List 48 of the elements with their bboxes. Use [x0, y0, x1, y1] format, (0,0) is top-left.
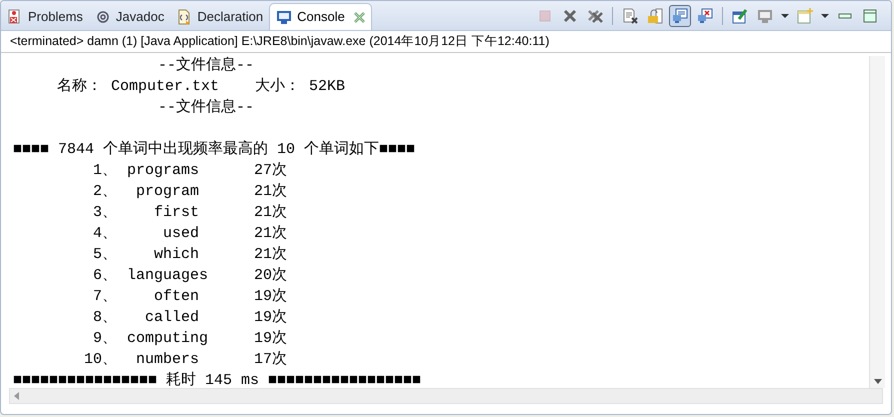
word-text: computing — [127, 329, 208, 349]
close-icon[interactable] — [354, 12, 365, 22]
word-text: called — [144, 308, 199, 328]
scroll-down-icon[interactable] — [874, 379, 882, 384]
section-heading: --文件信息-- — [158, 98, 254, 118]
section-heading: --文件信息-- — [158, 56, 254, 76]
word-text: programs — [127, 161, 200, 181]
rank-number: 2、 — [92, 182, 117, 202]
word-text: languages — [127, 266, 208, 286]
rank-number: 3、 — [92, 203, 117, 223]
document-icon — [176, 8, 192, 24]
rank-number: 9、 — [92, 329, 117, 349]
word-text: program — [134, 182, 199, 202]
file-name-text: 名称： Computer.txt — [57, 77, 220, 97]
rank-number: 7、 — [92, 287, 117, 307]
timing-line: ■■■■■■■■■■■■■■■■ 耗时 145 ms ■■■■■■■■■■■■■■■■■ — [13, 370, 422, 391]
count-text: 21次 — [254, 245, 287, 265]
count-text: 21次 — [254, 203, 287, 223]
word-text: which — [152, 245, 199, 265]
word-text: first — [152, 203, 199, 223]
rank-number: 8、 — [92, 308, 117, 328]
count-text: 19次 — [254, 329, 287, 349]
monitor-icon — [276, 9, 292, 25]
tab[interactable]: Javadoc — [88, 3, 170, 30]
tab[interactable]: Declaration — [170, 3, 270, 30]
count-text: 21次 — [254, 224, 287, 244]
horizontal-scrollbar[interactable] — [9, 388, 883, 404]
file-size-text: 大小： 52KB — [255, 76, 346, 97]
count-text: 21次 — [254, 182, 287, 202]
count-text: 27次 — [254, 161, 287, 181]
word-text: used — [162, 224, 199, 244]
vertical-scrollbar[interactable] — [869, 56, 885, 388]
process-label: <terminated> damn (1) [Java Application] E:\JRE8\bin\javaw.exe (2014年10月12日 下午12:40:11) — [1, 31, 891, 53]
rank-number: 6、 — [92, 266, 117, 286]
rank-number: 5、 — [92, 245, 117, 265]
count-text: 20次 — [254, 266, 287, 286]
scroll-left-icon[interactable] — [14, 392, 19, 400]
count-text: 19次 — [254, 308, 287, 328]
word-text: often — [152, 287, 199, 307]
rank-number: 1、 — [92, 161, 117, 181]
summary-line: ■■■■ 7844 个单词中出现频率最高的 10 个单词如下■■■■ — [13, 139, 416, 160]
count-text: 19次 — [254, 287, 287, 307]
count-text: 17次 — [254, 350, 287, 370]
rank-number: 4、 — [92, 224, 117, 244]
rank-number: 10、 — [82, 350, 117, 370]
tab[interactable]: Problems — [1, 3, 89, 30]
word-text: numbers — [134, 350, 199, 370]
tab[interactable]: Console — [269, 3, 372, 30]
